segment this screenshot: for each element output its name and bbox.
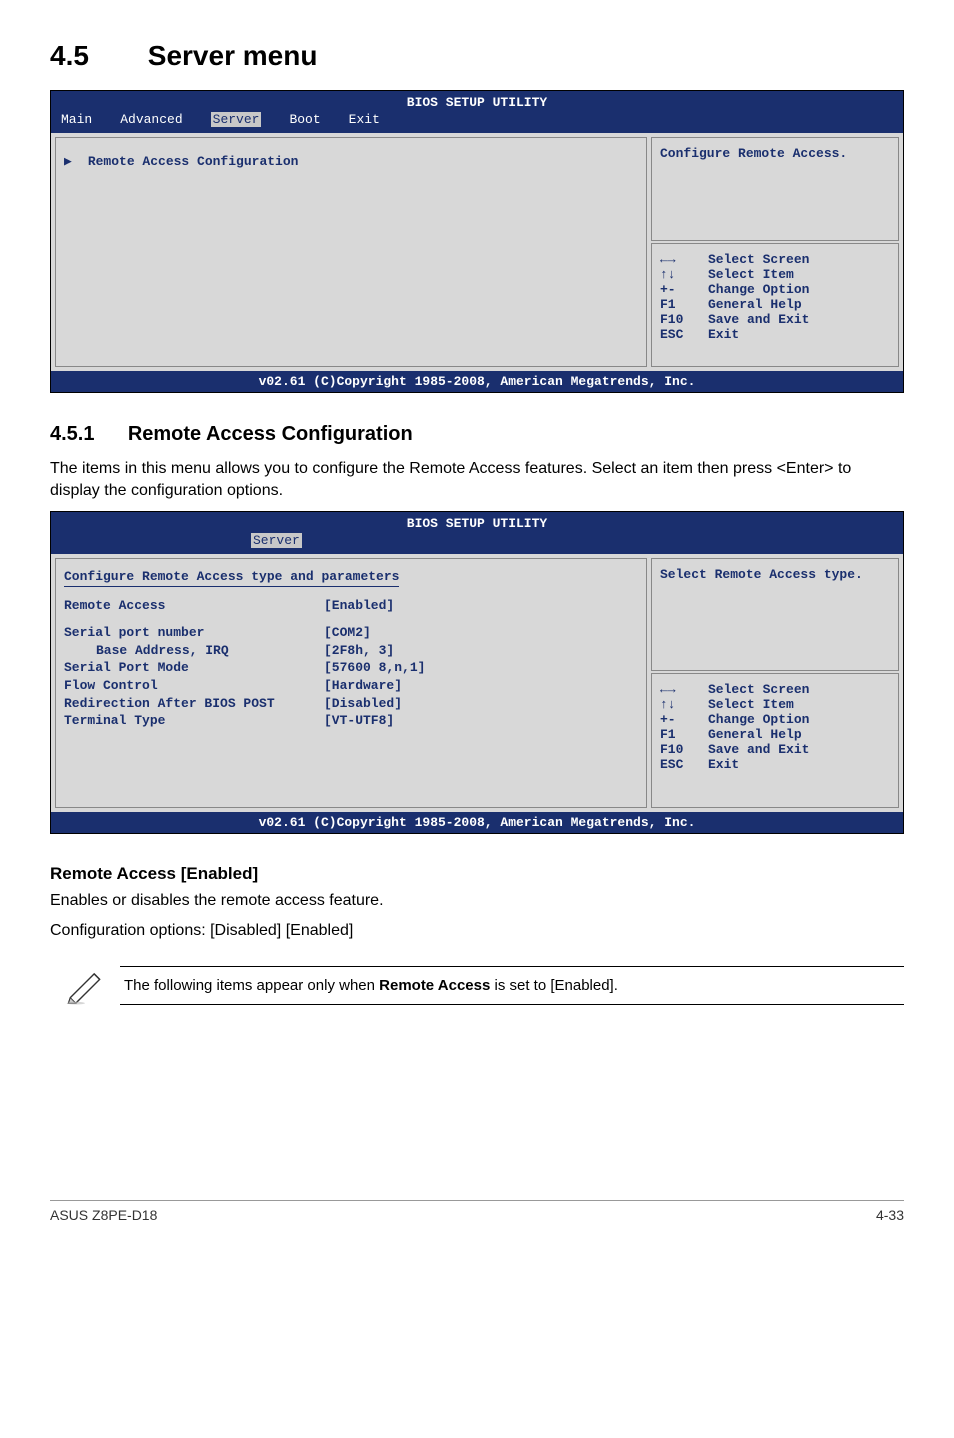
config-item[interactable]: Serial Port Mode[57600 8,n,1] <box>64 659 638 677</box>
config-item-value: [Enabled] <box>324 597 394 615</box>
subsection-title: Remote Access Configuration <box>128 423 413 445</box>
bios-left-pane: ▶ Remote Access Configuration <box>55 137 647 367</box>
config-item[interactable]: Redirection After BIOS POST[Disabled] <box>64 695 638 713</box>
bios-help-pane: Configure Remote Access. <box>651 137 899 241</box>
key-esc-desc: Exit <box>708 327 890 342</box>
setting-desc-2: Configuration options: [Disabled] [Enabl… <box>50 920 904 942</box>
subsection-heading: 4.5.1 Remote Access Configuration <box>50 423 904 446</box>
bios-title: BIOS SETUP UTILITY <box>61 95 893 110</box>
config-item[interactable]: Serial port number[COM2] <box>64 624 638 642</box>
config-heading: Configure Remote Access type and paramet… <box>64 569 399 587</box>
note-pencil-icon <box>50 961 120 1010</box>
config-item[interactable]: Base Address, IRQ[2F8h, 3] <box>64 642 638 660</box>
key-f10-desc-2: Save and Exit <box>708 742 890 757</box>
key-f10: F10 <box>660 312 708 327</box>
submenu-arrow-icon: ▶ <box>64 154 80 169</box>
config-item-label: Terminal Type <box>64 712 324 730</box>
bios-header: BIOS SETUP UTILITY Main Advanced Server … <box>51 91 903 133</box>
key-ud-desc-2: Select Item <box>708 697 890 712</box>
key-esc-2: ESC <box>660 757 708 772</box>
config-item[interactable]: Terminal Type[VT-UTF8] <box>64 712 638 730</box>
config-item[interactable]: Remote Access[Enabled] <box>64 597 638 615</box>
key-ud-2: ↑↓ <box>660 697 708 712</box>
menu-remote-access-config[interactable]: ▶ Remote Access Configuration <box>64 154 638 169</box>
config-item-label: Remote Access <box>64 597 324 615</box>
key-lr: ←→ <box>660 252 708 267</box>
subsection-body: The items in this menu allows you to con… <box>50 458 904 503</box>
config-item-value: [Disabled] <box>324 695 402 713</box>
bios-footer-2: v02.61 (C)Copyright 1985-2008, American … <box>51 812 903 833</box>
config-item-label: Serial Port Mode <box>64 659 324 677</box>
key-esc: ESC <box>660 327 708 342</box>
key-lr-2: ←→ <box>660 682 708 697</box>
note-text: The following items appear only when Rem… <box>120 966 904 1005</box>
key-f10-desc: Save and Exit <box>708 312 890 327</box>
config-item[interactable]: Flow Control[Hardware] <box>64 677 638 695</box>
tab-boot[interactable]: Boot <box>289 112 320 127</box>
config-item-label: Flow Control <box>64 677 324 695</box>
section-heading: 4.5 Server menu <box>50 40 904 72</box>
tab-main[interactable]: Main <box>61 112 92 127</box>
config-item-value: [VT-UTF8] <box>324 712 394 730</box>
config-item-value: [COM2] <box>324 624 371 642</box>
section-name: Server menu <box>148 40 318 71</box>
bios-left-pane-2: Configure Remote Access type and paramet… <box>55 558 647 808</box>
note-bold-term: Remote Access <box>379 977 490 994</box>
bios-right-pane: Configure Remote Access. ←→Select Screen… <box>651 137 899 367</box>
setting-desc-1: Enables or disables the remote access fe… <box>50 890 904 912</box>
key-pm: +- <box>660 282 708 297</box>
key-lr-desc-2: Select Screen <box>708 682 890 697</box>
footer-right: 4-33 <box>876 1207 904 1223</box>
key-f1: F1 <box>660 297 708 312</box>
bios-screen-1: BIOS SETUP UTILITY Main Advanced Server … <box>50 90 904 393</box>
bios-tabs: Main Advanced Server Boot Exit <box>61 112 893 127</box>
bios-key-legend: ←→Select Screen ↑↓Select Item +-Change O… <box>651 243 899 367</box>
key-ud-desc: Select Item <box>708 267 890 282</box>
tab-server[interactable]: Server <box>211 112 262 127</box>
setting-title: Remote Access [Enabled] <box>50 864 904 884</box>
config-item-label: Base Address, IRQ <box>64 642 324 660</box>
bios-key-legend-2: ←→Select Screen ↑↓Select Item +-Change O… <box>651 673 899 808</box>
bios-header-2: BIOS SETUP UTILITY Server <box>51 512 903 554</box>
page-footer: ASUS Z8PE-D18 4-33 <box>50 1200 904 1223</box>
note-block: The following items appear only when Rem… <box>50 961 904 1010</box>
tab-exit[interactable]: Exit <box>349 112 380 127</box>
bios-title-2: BIOS SETUP UTILITY <box>61 516 893 531</box>
key-pm-desc-2: Change Option <box>708 712 890 727</box>
bios-help-text: Configure Remote Access. <box>660 146 847 161</box>
key-f1-2: F1 <box>660 727 708 742</box>
bios-footer: v02.61 (C)Copyright 1985-2008, American … <box>51 371 903 392</box>
key-f1-desc-2: General Help <box>708 727 890 742</box>
subsection-num: 4.5.1 <box>50 423 94 445</box>
key-f10-2: F10 <box>660 742 708 757</box>
section-number: 4.5 <box>50 40 140 72</box>
config-item-value: [Hardware] <box>324 677 402 695</box>
bios-right-pane-2: Select Remote Access type. ←→Select Scre… <box>651 558 899 808</box>
key-esc-desc-2: Exit <box>708 757 890 772</box>
key-f1-desc: General Help <box>708 297 890 312</box>
config-item-value: [57600 8,n,1] <box>324 659 425 677</box>
tab-advanced[interactable]: Advanced <box>120 112 182 127</box>
tab-server-2[interactable]: Server <box>251 533 302 548</box>
key-lr-desc: Select Screen <box>708 252 890 267</box>
footer-left: ASUS Z8PE-D18 <box>50 1207 157 1223</box>
key-pm-2: +- <box>660 712 708 727</box>
bios-help-text-2: Select Remote Access type. <box>660 567 863 582</box>
bios-tabs-2: Server <box>61 533 893 548</box>
config-item-label: Redirection After BIOS POST <box>64 695 324 713</box>
menu-item-label: Remote Access Configuration <box>88 154 299 169</box>
bios-help-pane-2: Select Remote Access type. <box>651 558 899 671</box>
config-item-value: [2F8h, 3] <box>324 642 394 660</box>
key-pm-desc: Change Option <box>708 282 890 297</box>
bios-screen-2: BIOS SETUP UTILITY Server Configure Remo… <box>50 511 904 834</box>
key-ud: ↑↓ <box>660 267 708 282</box>
config-item-label: Serial port number <box>64 624 324 642</box>
